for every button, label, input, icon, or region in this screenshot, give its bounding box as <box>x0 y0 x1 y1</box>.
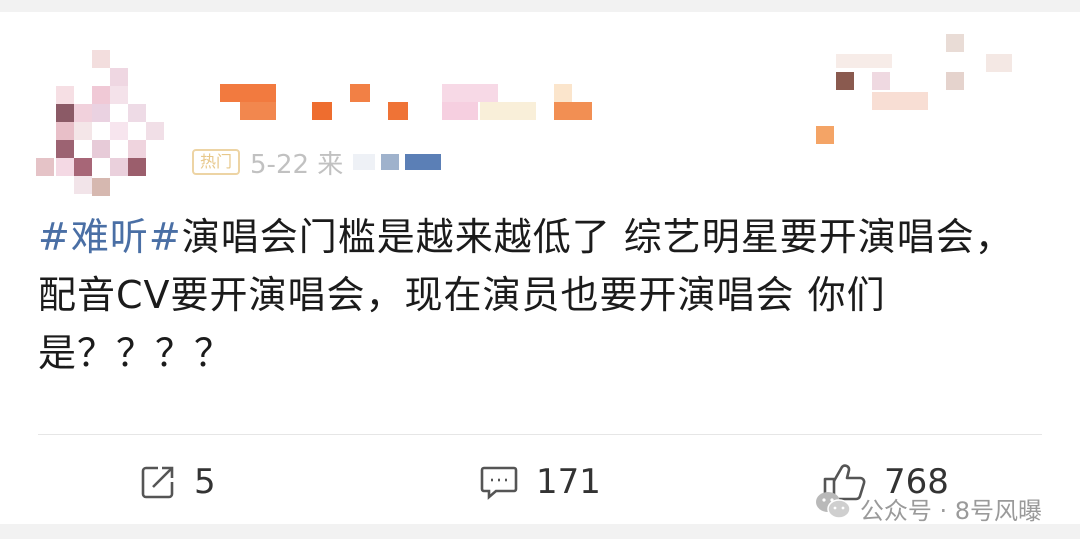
repost-button[interactable]: 5 <box>138 452 216 512</box>
watermark: 公众号 · 8号风曝 <box>814 490 1042 526</box>
share-icon <box>138 462 178 502</box>
comment-count: 171 <box>536 462 601 502</box>
hashtag-link[interactable]: #难听# <box>38 215 182 259</box>
post-card: 热门 5-22 来 #难听#演唱会门槛是越来越低了 综艺明星要开演唱会，配音CV… <box>0 12 1080 526</box>
post-meta: 热门 5-22 来 <box>192 146 442 180</box>
hot-badge: 热门 <box>192 149 241 175</box>
divider <box>38 434 1042 435</box>
post-body: 演唱会门槛是越来越低了 综艺明星要开演唱会，配音CV要开演唱会，现在演员也要开演… <box>38 215 1014 375</box>
comment-icon <box>478 462 520 502</box>
watermark-text: 公众号 · 8号风曝 <box>859 496 1042 525</box>
username[interactable] <box>220 84 600 124</box>
follow-button[interactable] <box>816 34 1046 144</box>
wechat-icon <box>814 490 852 526</box>
source-label <box>353 154 442 170</box>
avatar[interactable] <box>36 50 166 200</box>
post-text: #难听#演唱会门槛是越来越低了 综艺明星要开演唱会，配音CV要开演唱会，现在演员… <box>38 208 1038 382</box>
repost-count: 5 <box>194 462 216 502</box>
comment-button[interactable]: 171 <box>478 452 601 512</box>
post-date: 5-22 来 <box>250 149 344 180</box>
